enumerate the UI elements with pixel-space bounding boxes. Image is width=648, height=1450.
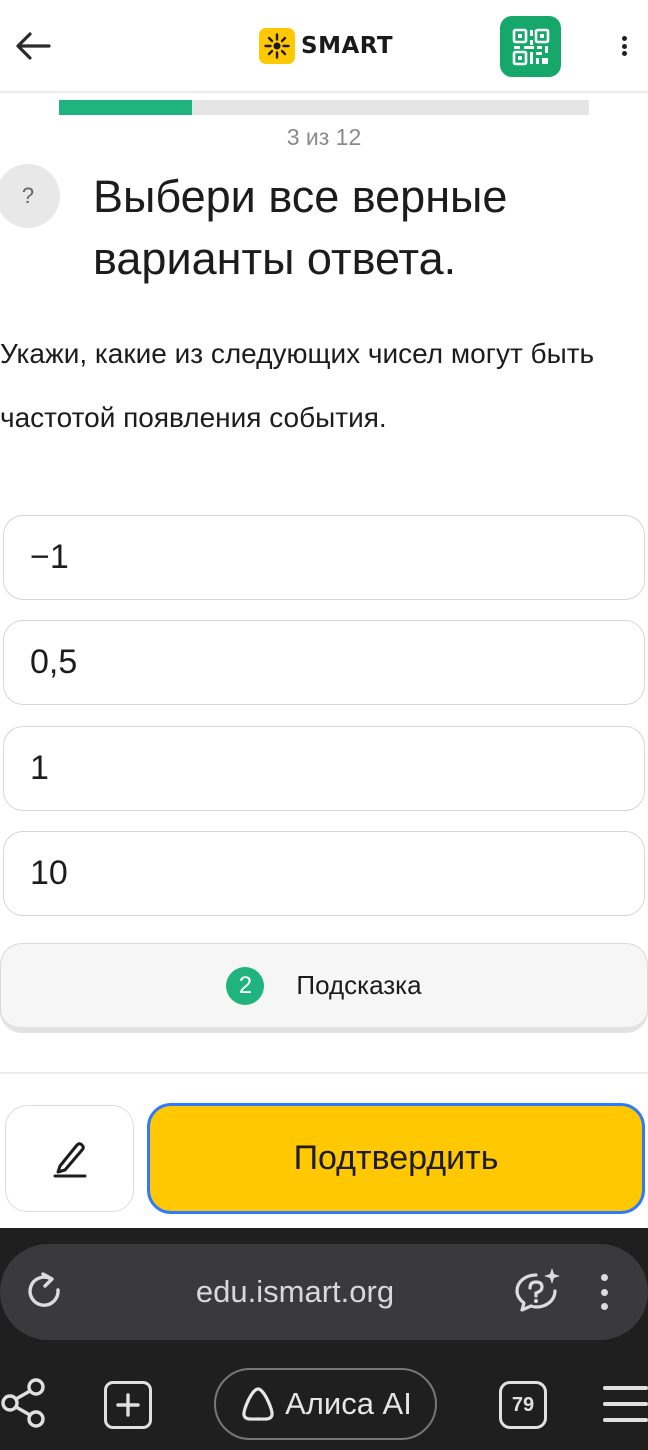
new-tab-button[interactable] <box>104 1381 152 1429</box>
smart-logo[interactable]: SMART <box>259 28 393 64</box>
hamburger-icon[interactable] <box>603 1386 648 1422</box>
question-title: Выбери все верные варианты ответа. <box>93 171 508 284</box>
answer-option[interactable]: 0,5 <box>3 620 645 705</box>
answer-option[interactable]: 10 <box>3 831 645 916</box>
sun-logo-icon <box>259 28 295 64</box>
draft-button[interactable] <box>5 1105 134 1212</box>
confirm-button[interactable]: Подтвердить <box>147 1103 645 1214</box>
arrow-left-icon <box>16 32 51 60</box>
qr-code-button[interactable] <box>500 16 561 77</box>
question-help-button[interactable]: ? <box>0 164 60 228</box>
answer-option[interactable]: −1 <box>3 515 645 600</box>
progress-bar <box>59 100 589 115</box>
app-header: SMART <box>0 0 648 93</box>
question-prompt: Укажи, какие из следующих чисел могут бы… <box>0 338 595 433</box>
share-icon[interactable] <box>0 1378 50 1428</box>
alice-ai-button[interactable]: Алиса AI <box>214 1368 437 1440</box>
address-bar[interactable]: edu.ismart.org <box>0 1244 648 1340</box>
pencil-icon <box>53 1141 86 1177</box>
plus-square-icon <box>116 1393 140 1417</box>
qr-code-icon <box>512 28 549 65</box>
hint-label: Подсказка <box>296 970 422 1000</box>
hint-button[interactable]: 2 Подсказка <box>0 943 648 1033</box>
alice-label: Алиса AI <box>285 1386 412 1421</box>
progress-fill <box>59 100 192 115</box>
url-text[interactable]: edu.ismart.org <box>0 1244 590 1340</box>
logo-text: SMART <box>301 33 394 59</box>
more-options-button[interactable] <box>612 32 636 60</box>
browser-more-button[interactable] <box>595 1272 613 1312</box>
progress-label: 3 из 12 <box>286 124 362 150</box>
footer-divider <box>0 1072 648 1074</box>
answer-option[interactable]: 1 <box>3 726 645 811</box>
ai-chat-icon[interactable] <box>512 1266 562 1316</box>
tabs-count-button[interactable]: 79 <box>499 1381 547 1429</box>
browser-bottom-nav: Алиса AI 79 <box>0 1368 648 1440</box>
alice-icon <box>242 1387 274 1421</box>
hint-count-badge: 2 <box>226 966 265 1005</box>
back-button[interactable] <box>12 26 54 66</box>
browser-toolbar: edu.ismart.org Алиса AI 79 <box>0 1228 648 1450</box>
